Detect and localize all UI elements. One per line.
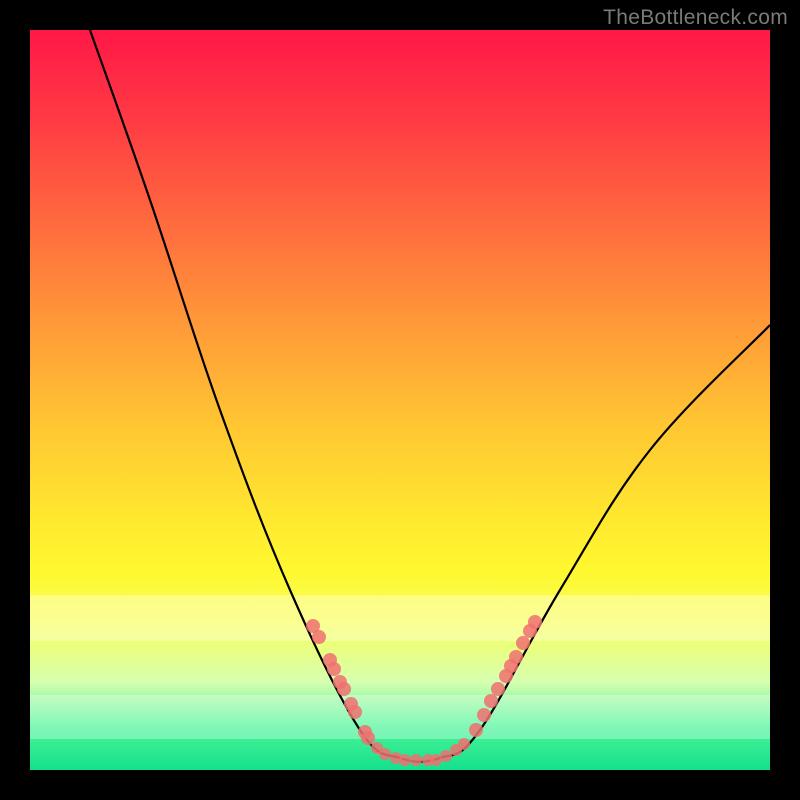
curve-dot bbox=[491, 682, 505, 696]
chart-svg bbox=[30, 30, 770, 770]
curve-dot bbox=[509, 650, 523, 664]
curve-dot bbox=[361, 731, 375, 745]
curve-dot bbox=[516, 636, 530, 650]
curve-dot bbox=[348, 705, 362, 719]
dot-layer bbox=[306, 615, 542, 766]
curve-dot bbox=[327, 662, 341, 676]
curve-dot bbox=[528, 615, 542, 629]
watermark-text: TheBottleneck.com bbox=[603, 6, 788, 30]
curve-dot bbox=[399, 754, 411, 766]
curve-dot bbox=[477, 708, 491, 722]
curve-dot bbox=[440, 750, 452, 762]
curve-dot bbox=[410, 754, 422, 766]
curve-dot bbox=[312, 630, 326, 644]
curve-dot bbox=[469, 723, 483, 737]
curve-dot bbox=[458, 738, 470, 750]
bottleneck-curve bbox=[90, 30, 770, 762]
curve-dot bbox=[337, 682, 351, 696]
curve-dot bbox=[484, 694, 498, 708]
curve-dot bbox=[379, 748, 391, 760]
